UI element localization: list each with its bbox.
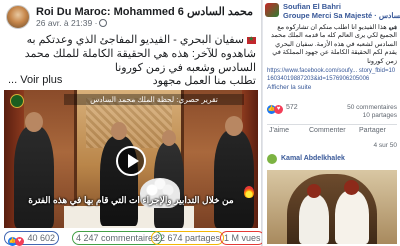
love-reaction-icon: ♥ bbox=[274, 105, 283, 114]
group-likes-count[interactable]: 👍♥ 572 bbox=[267, 104, 298, 114]
reactions-count[interactable]: 👍♥ 40 602 bbox=[4, 231, 60, 246]
comment-image[interactable] bbox=[267, 170, 397, 244]
shares-count[interactable]: 22 674 partages bbox=[151, 231, 225, 245]
commenter-avatar[interactable] bbox=[267, 154, 277, 164]
group-post-text: في هذا الفيديو أنا أطلب منكم أن تشاركوه … bbox=[271, 24, 397, 65]
engagement-bar: 👍♥ 40 602 4 247 commentaires 22 674 part… bbox=[4, 231, 265, 246]
video-subtitle: من خلال التدابير والإجراء ات التي قام به… bbox=[28, 195, 234, 205]
group-post-header: Soufian El Bahri Groupe Merci Sa Majesté… bbox=[265, 2, 400, 23]
morocco-flag-icon bbox=[247, 33, 256, 47]
likes-count[interactable]: 40 602 bbox=[28, 233, 56, 243]
love-reaction-icon: ♥ bbox=[15, 237, 24, 246]
group-name[interactable]: Groupe Merci Sa Majesté · السادس bbox=[283, 11, 400, 20]
group-likes-value[interactable]: 572 bbox=[286, 104, 298, 111]
post-header: Roi Du Maroc: Mohammed 6 محمد السادس 26 … bbox=[6, 5, 258, 31]
group-shares-count[interactable]: 10 partages bbox=[347, 112, 397, 120]
author-name[interactable]: Soufian El Bahri bbox=[283, 2, 341, 11]
views-count[interactable]: 1 M vues bbox=[220, 231, 265, 245]
video-player[interactable]: تقرير حصري: لحظة الملك محمد السادس من خل… bbox=[4, 90, 258, 228]
play-icon[interactable] bbox=[116, 146, 146, 176]
comment-image-person bbox=[299, 194, 329, 244]
comments-count[interactable]: 4 247 commentaires bbox=[72, 231, 162, 245]
channel-logo-icon bbox=[10, 94, 24, 108]
group-post-panel: Soufian El Bahri Groupe Merci Sa Majesté… bbox=[262, 0, 400, 246]
comments-pager-text[interactable]: 4 sur 50 bbox=[374, 142, 398, 149]
video-person bbox=[14, 112, 54, 228]
timestamp-text[interactable]: 26 avr. à 21:39 · bbox=[36, 18, 97, 28]
commenter-name[interactable]: Kamal Abdelkhalek bbox=[281, 155, 345, 162]
comment-image-head bbox=[344, 180, 359, 195]
page-avatar[interactable] bbox=[6, 5, 30, 29]
facebook-post: Roi Du Maroc: Mohammed 6 محمد السادس 26 … bbox=[0, 0, 265, 246]
group-comments-count[interactable]: 50 commentaires bbox=[347, 104, 397, 112]
divider bbox=[267, 124, 397, 125]
post-link[interactable]: https://www.facebook.com/soufy... story_… bbox=[267, 68, 397, 83]
share-button[interactable]: Partager bbox=[359, 127, 386, 134]
like-button[interactable]: J'aime bbox=[269, 127, 289, 134]
post-timestamp[interactable]: 26 avr. à 21:39 · bbox=[36, 18, 108, 28]
video-overlay-title: تقرير حصري: لحظة الملك محمد السادس bbox=[64, 94, 244, 105]
post-caption: سفيان البحري - الفيديو المفاجئ الذي وعدت… bbox=[8, 33, 256, 75]
globe-icon bbox=[99, 19, 108, 27]
comment-author-row: Kamal Abdelkhalek bbox=[267, 154, 397, 166]
caption-text: سفيان البحري - الفيديو المفاجئ الذي وعدت… bbox=[24, 34, 256, 74]
page-name[interactable]: Roi Du Maroc: Mohammed 6 محمد السادس bbox=[36, 5, 253, 18]
caption-continued: تطلب منا العمل مجهود bbox=[152, 75, 256, 87]
see-more-link[interactable]: ... Voir plus bbox=[8, 74, 62, 86]
show-more-link[interactable]: Afficher la suite bbox=[267, 84, 311, 91]
author-avatar[interactable] bbox=[265, 3, 279, 17]
post-actions: J'aime Commenter Partager bbox=[267, 127, 397, 139]
comments-pager: 4 sur 50 bbox=[267, 142, 398, 152]
see-more-row: ... Voir plus تطلب منا العمل مجهود bbox=[8, 74, 256, 87]
comment-button[interactable]: Commenter bbox=[309, 127, 346, 134]
comment-image-person bbox=[335, 190, 369, 244]
comment-image-head bbox=[307, 184, 321, 198]
video-person bbox=[214, 116, 254, 228]
group-comment-stats: 50 commentaires 10 partages bbox=[347, 104, 397, 120]
